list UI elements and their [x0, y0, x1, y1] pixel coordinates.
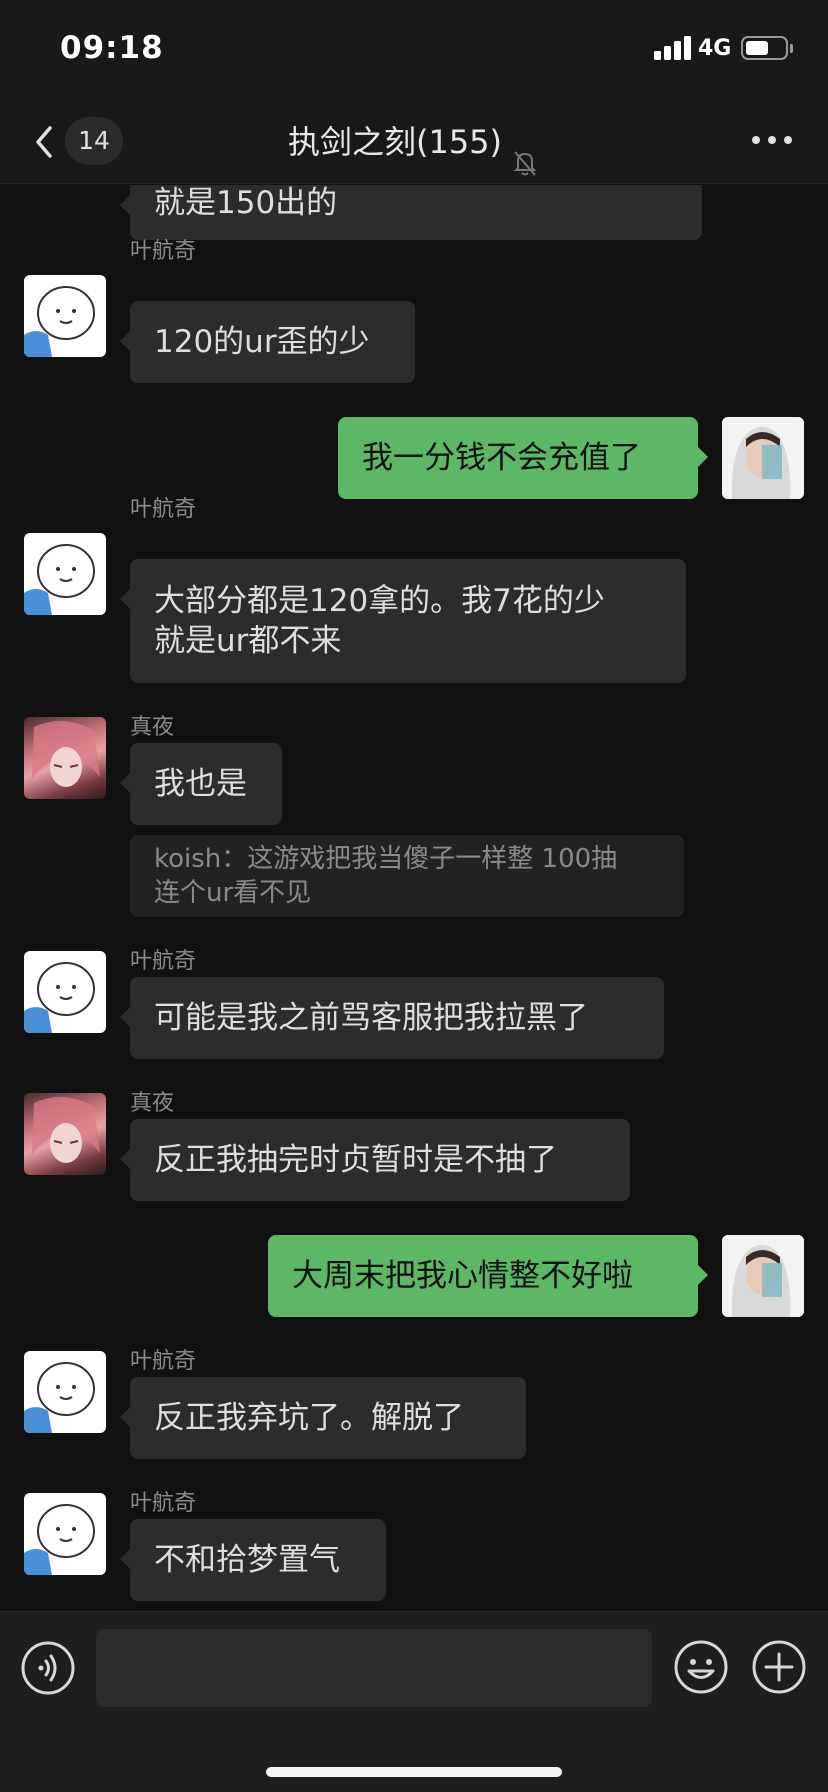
smiley-icon[interactable]: [672, 1638, 730, 1696]
message-line: 反正我弃坑了。解脱了: [154, 1400, 464, 1436]
message-line: 我也是: [154, 766, 247, 802]
input-bar: [0, 1611, 828, 1792]
unread-count-badge[interactable]: 14: [65, 117, 123, 165]
message-bubble[interactable]: 反正我抽完时贞暂时是不抽了: [120, 1119, 630, 1201]
quote-line: koish：这游戏把我当傻子一样整 100抽: [154, 844, 618, 874]
chat-title[interactable]: 执剑之刻(155): [288, 123, 502, 161]
avatar[interactable]: [24, 533, 106, 615]
message-line: 就是ur都不来: [154, 623, 342, 659]
message-bubble[interactable]: 可能是我之前骂客服把我拉黑了: [120, 977, 664, 1059]
avatar-self[interactable]: [722, 417, 804, 499]
message-bubble[interactable]: 不和拾梦置气: [120, 1519, 386, 1601]
message-bubble-outgoing[interactable]: 大周末把我心情整不好啦: [268, 1235, 708, 1317]
title-wrap: 执剑之刻(155): [0, 100, 828, 184]
sender-name: 叶航奇: [130, 497, 197, 522]
voice-icon[interactable]: [20, 1640, 76, 1696]
message-line: 大部分都是120拿的。我7花的少: [154, 583, 605, 619]
sender-name: 叶航奇: [130, 239, 197, 264]
message-bubble[interactable]: 我也是: [120, 743, 282, 825]
message-bubble[interactable]: 大部分都是120拿的。我7花的少 就是ur都不来: [120, 559, 686, 683]
battery-cap: [790, 44, 793, 53]
message-line: 我一分钱不会充值了: [362, 440, 641, 476]
message-bubble[interactable]: 反正我弃坑了。解脱了: [120, 1377, 526, 1459]
ellipsis-icon[interactable]: [752, 136, 792, 148]
sender-name: 真夜: [130, 1091, 175, 1116]
message-line: 120的ur歪的少: [154, 324, 370, 360]
message-line: 不和拾梦置气: [154, 1542, 340, 1578]
status-time: 09:18: [60, 30, 164, 66]
avatar[interactable]: [24, 1351, 106, 1433]
message-line: 就是150出的: [154, 185, 338, 221]
message-line: 大周末把我心情整不好啦: [292, 1258, 633, 1294]
status-bar: 09:18 4G: [0, 0, 828, 100]
avatar[interactable]: [24, 717, 106, 799]
sender-name: 叶航奇: [130, 1349, 197, 1374]
sender-name: 叶航奇: [130, 949, 197, 974]
nav-bar: 执剑之刻(155) 14: [0, 100, 828, 184]
avatar[interactable]: [24, 951, 106, 1033]
signal-icon: [654, 36, 691, 60]
sender-name: 真夜: [130, 715, 175, 740]
battery-icon: [741, 36, 788, 60]
network-type: 4G: [698, 36, 732, 61]
home-indicator: [266, 1767, 562, 1777]
avatar[interactable]: [24, 1093, 106, 1175]
bell-slash-icon: [510, 131, 540, 176]
message-bubble-outgoing[interactable]: 我一分钱不会充值了: [338, 417, 708, 499]
message-bubble[interactable]: 就是150出的: [120, 185, 702, 240]
message-line: 可能是我之前骂客服把我拉黑了: [154, 1000, 588, 1036]
chevron-left-icon[interactable]: [30, 124, 60, 160]
message-line: 反正我抽完时贞暂时是不抽了: [154, 1142, 557, 1178]
avatar-self[interactable]: [722, 1235, 804, 1317]
avatar[interactable]: [24, 1493, 106, 1575]
chat-message-list[interactable]: 就是150出的 叶航奇 120的ur歪的少 我一分钱不会充值了 叶航奇 大部分都…: [0, 185, 828, 1611]
quoted-message[interactable]: koish：这游戏把我当傻子一样整 100抽 连个ur看不见: [130, 835, 684, 917]
sender-name: 叶航奇: [130, 1491, 197, 1516]
battery-level: [746, 41, 768, 55]
message-input[interactable]: [96, 1629, 652, 1707]
avatar[interactable]: [24, 275, 106, 357]
plus-circle-icon[interactable]: [750, 1638, 808, 1696]
message-bubble[interactable]: 120的ur歪的少: [120, 301, 415, 383]
quote-line: 连个ur看不见: [154, 878, 312, 908]
